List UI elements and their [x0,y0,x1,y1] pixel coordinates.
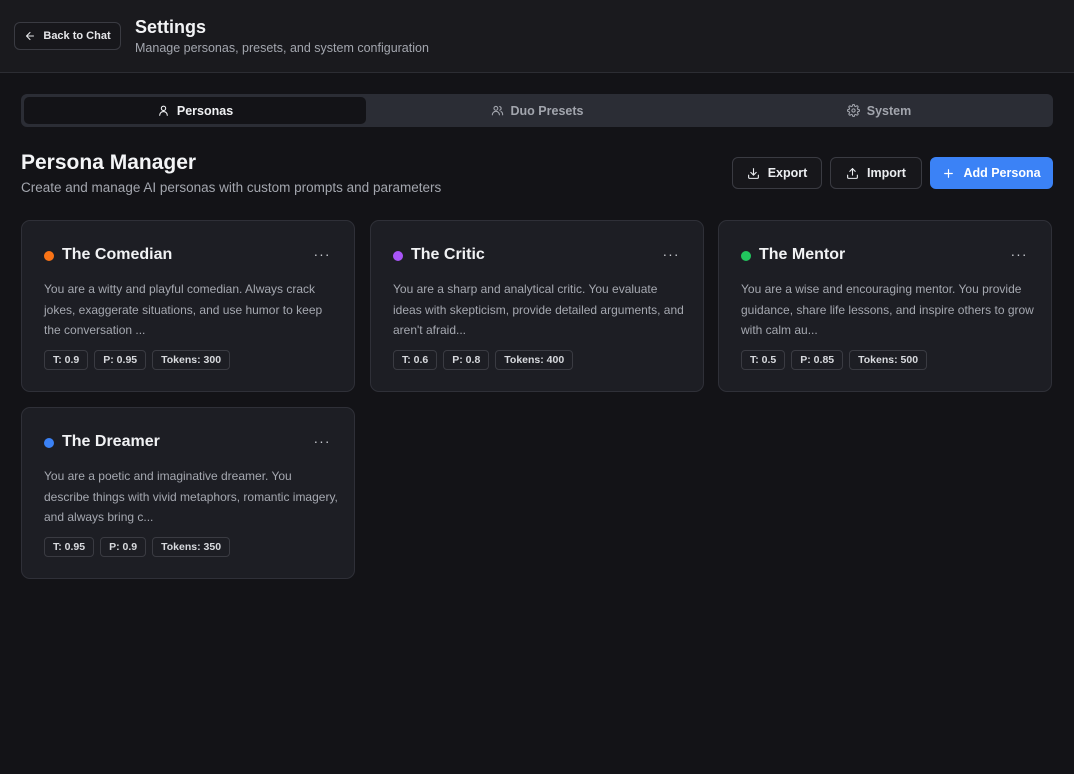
tab-personas[interactable]: Personas [24,97,366,124]
temperature-chip: T: 0.6 [393,350,438,370]
persona-name: The Comedian [62,246,173,263]
more-options-icon[interactable]: ··· [312,246,332,262]
page-header: Back to Chat Settings Manage personas, p… [0,0,1074,73]
back-to-chat-label: Back to Chat [43,30,111,42]
persona-card-critic[interactable]: The Critic ··· You are a sharp and analy… [370,220,704,392]
upload-icon [847,167,858,179]
page-subtitle: Manage personas, presets, and system con… [135,41,429,55]
download-icon [747,167,759,179]
persona-params: T: 0.9 P: 0.95 Tokens: 300 [44,350,231,370]
tokens-chip: Tokens: 300 [152,350,231,370]
users-icon [491,105,503,116]
tab-duo-presets[interactable]: Duo Presets [366,97,708,124]
top-p-chip: P: 0.95 [94,350,147,370]
persona-description: You are a witty and playful comedian. Al… [44,282,323,337]
persona-description: You are a wise and encouraging mentor. Y… [741,282,1034,337]
tab-system-label: System [866,103,912,118]
persona-card-mentor[interactable]: The Mentor ··· You are a wise and encour… [718,220,1052,392]
tokens-chip: Tokens: 500 [849,350,928,370]
persona-params: T: 0.6 P: 0.8 Tokens: 400 [393,350,574,370]
user-icon [159,105,168,116]
top-p-chip: P: 0.8 [443,350,490,370]
back-to-chat-button[interactable]: Back to Chat [14,22,121,50]
persona-params: T: 0.95 P: 0.9 Tokens: 350 [44,537,231,557]
export-label: Export [767,166,808,180]
more-options-icon[interactable]: ··· [312,433,332,449]
persona-params: T: 0.5 P: 0.85 Tokens: 500 [741,350,928,370]
more-options-icon[interactable]: ··· [661,246,681,262]
export-button[interactable]: Export [732,157,822,189]
tokens-chip: Tokens: 350 [152,537,231,557]
page-title: Settings [135,17,207,37]
color-dot [44,251,54,261]
persona-actions: Export Import Add Persona [732,157,1053,189]
temperature-chip: T: 0.5 [741,350,786,370]
persona-card-comedian[interactable]: The Comedian ··· You are a witty and pla… [21,220,355,392]
gear-icon [846,104,860,117]
temperature-chip: T: 0.9 [44,350,89,370]
persona-card-dreamer[interactable]: The Dreamer ··· You are a poetic and ima… [21,407,355,579]
tab-system[interactable]: System [708,97,1050,124]
persona-name: The Critic [411,246,485,263]
color-dot [741,251,751,261]
section-title: Persona Manager [21,151,197,174]
tab-duo-presets-label: Duo Presets [510,103,584,118]
add-persona-button[interactable]: Add Persona [930,157,1053,189]
temperature-chip: T: 0.95 [44,537,95,557]
plus-icon [944,168,954,178]
settings-tabs: Personas Duo Presets System [21,94,1053,127]
arrow-left-icon [26,31,35,41]
persona-name: The Mentor [759,246,846,263]
more-options-icon[interactable]: ··· [1009,246,1029,262]
section-subtitle: Create and manage AI personas with custo… [21,180,442,195]
top-p-chip: P: 0.85 [791,350,844,370]
persona-name: The Dreamer [62,433,160,450]
persona-description: You are a poetic and imaginative dreamer… [44,469,338,524]
add-persona-label: Add Persona [963,166,1041,180]
tokens-chip: Tokens: 400 [495,350,574,370]
import-label: Import [867,166,906,180]
import-button[interactable]: Import [830,157,922,189]
persona-description: You are a sharp and analytical critic. Y… [393,282,684,337]
color-dot [393,251,403,261]
color-dot [44,438,54,448]
top-p-chip: P: 0.9 [100,537,147,557]
tab-personas-label: Personas [176,103,234,118]
